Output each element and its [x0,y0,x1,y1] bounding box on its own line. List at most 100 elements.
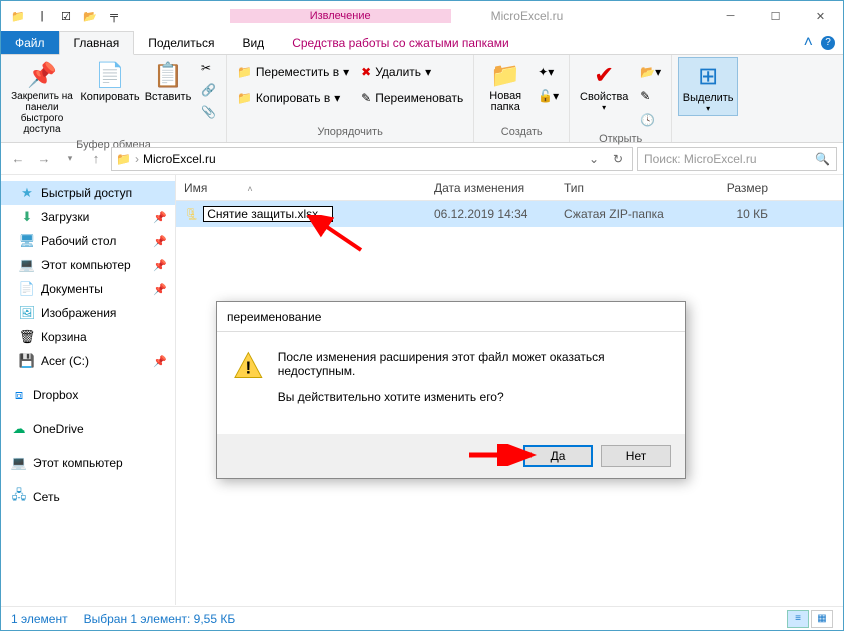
col-size[interactable]: Размер [696,181,776,195]
pin-icon: 📌 [153,235,167,248]
tab-view[interactable]: Вид [228,31,278,54]
star-icon: ★ [19,185,35,201]
svg-text:!: ! [245,358,251,378]
contextual-tab-group: Извлечение [230,9,451,23]
address-box[interactable]: 📁 › MicroExcel.ru ⌄ ↻ [111,147,633,171]
dialog-title: переименование [217,302,685,332]
group-open: Открыть [576,131,665,147]
drive-icon: 💾 [19,353,35,369]
col-type[interactable]: Тип [556,181,696,195]
file-size: 10 КБ [696,207,776,221]
details-view-button[interactable]: ≡ [787,610,809,628]
pin-icon: 📌 [27,59,57,91]
delete-button[interactable]: ✖Удалить ▾ [357,61,467,83]
paste-button[interactable]: 📋Вставить [143,57,193,105]
documents-icon: 📄 [19,281,35,297]
sidebar-downloads[interactable]: ⬇Загрузки📌 [1,205,175,229]
tab-share[interactable]: Поделиться [134,31,228,54]
search-placeholder: Поиск: MicroExcel.ru [644,152,757,166]
sidebar-drive-c[interactable]: 💾Acer (C:)📌 [1,349,175,373]
properties-icon: ✔ [594,59,614,91]
no-button[interactable]: Нет [601,445,671,467]
copypath-sm-button[interactable]: 🔗 [197,79,220,101]
group-organize: Упорядочить [233,124,467,140]
rename-button[interactable]: ✎Переименовать [357,87,467,109]
col-name[interactable]: Имя˄ [176,181,426,195]
window-title: MicroExcel.ru [451,1,604,31]
sidebar-quick-access[interactable]: ★Быстрый доступ [1,181,175,205]
sidebar-pictures[interactable]: 🖼Изображения [1,301,175,325]
annotation-arrow-2 [467,444,542,466]
copyto-icon: 📁 [237,91,252,105]
sidebar-documents[interactable]: 📄Документы📌 [1,277,175,301]
close-button[interactable]: ✕ [798,1,843,31]
sidebar-network[interactable]: 🖧Сеть [1,485,175,509]
copy-icon: 📄 [95,59,125,91]
search-icon[interactable]: 🔍 [815,152,830,166]
col-date[interactable]: Дата изменения [426,181,556,195]
nav-recent-button[interactable]: ▾ [59,148,81,170]
folder-icon[interactable]: 📁 [7,5,29,27]
pictures-icon: 🖼 [19,305,35,321]
quick-access-toolbar: 📁 | ☑ 📂 ╤ [1,5,125,27]
recycle-icon: 🗑 [19,329,35,345]
cut-sm-button[interactable]: ✂ [197,57,220,79]
help-icon[interactable]: ? [821,36,835,50]
pasteshortcut-sm-button[interactable]: 📎 [197,101,220,123]
dialog-line1: После изменения расширения этот файл мож… [278,350,669,378]
nav-forward-button[interactable]: → [33,148,55,170]
addr-dropdown-icon[interactable]: ⌄ [584,152,604,166]
sidebar-recycle[interactable]: 🗑Корзина [1,325,175,349]
ribbon-tabs: Файл Главная Поделиться Вид Средства раб… [1,31,843,55]
minimize-button[interactable]: ─ [708,1,753,31]
paste-icon: 📋 [153,59,183,91]
ribbon-collapse-icon[interactable]: ˄ [804,34,813,52]
title-bar: 📁 | ☑ 📂 ╤ Извлечение MicroExcel.ru ─ ☐ ✕ [1,1,843,31]
rename-dialog: переименование ! После изменения расшире… [216,301,686,479]
icons-view-button[interactable]: ▦ [811,610,833,628]
search-box[interactable]: Поиск: MicroExcel.ru 🔍 [637,147,837,171]
sidebar-thispc-qa[interactable]: 💻Этот компьютер📌 [1,253,175,277]
properties-button[interactable]: ✔Свойства▾ [576,57,632,114]
tab-home[interactable]: Главная [59,31,135,55]
move-to-button[interactable]: 📁Переместить в ▾ [233,61,353,83]
sidebar-dropbox[interactable]: ⧈Dropbox [1,383,175,407]
edit-sm-button[interactable]: ✎ [636,85,665,107]
copy-to-button[interactable]: 📁Копировать в ▾ [233,87,353,109]
refresh-icon[interactable]: ↻ [608,152,628,166]
group-create: Создать [480,124,563,140]
delete-icon: ✖ [361,65,371,79]
chevron-right-icon[interactable]: › [135,152,139,166]
file-row[interactable]: 🗜 Снятие защиты.xlsx 06.12.2019 14:34 Сж… [176,201,843,227]
select-button[interactable]: ⊞Выделить▾ [678,57,738,116]
qat-open-icon[interactable]: 📂 [79,5,101,27]
zip-icon: 🗜 [184,207,199,221]
file-date: 06.12.2019 14:34 [426,207,556,221]
ribbon: 📌Закрепить на панели быстрого доступа 📄К… [1,55,843,143]
pc-icon: 💻 [11,455,27,471]
new-folder-button[interactable]: 📁Новая папка [480,57,530,115]
dialog-line2: Вы действительно хотите изменить его? [278,390,669,404]
group-select-label [678,136,738,140]
nav-back-button[interactable]: ← [7,148,29,170]
sidebar-this-pc[interactable]: 💻Этот компьютер [1,451,175,475]
copy-button[interactable]: 📄Копировать [81,57,139,105]
qat-checkbox[interactable]: ☑ [55,5,77,27]
sidebar-onedrive[interactable]: ☁OneDrive [1,417,175,441]
status-selected: Выбран 1 элемент: 9,55 КБ [84,612,236,626]
history-sm-button[interactable]: 🕓 [636,109,665,131]
tab-file[interactable]: Файл [1,31,59,54]
easyaccess-sm-button[interactable]: 🔓▾ [534,85,563,107]
pin-icon: 📌 [153,283,167,296]
dialog-text: После изменения расширения этот файл мож… [278,350,669,416]
address-path[interactable]: MicroExcel.ru [143,152,216,166]
extract-label: Извлечение [230,9,451,23]
nav-up-button[interactable]: ↑ [85,148,107,170]
maximize-button[interactable]: ☐ [753,1,798,31]
open-sm-button[interactable]: 📂▾ [636,61,665,83]
downloads-icon: ⬇ [19,209,35,225]
tab-extract-tools[interactable]: Средства работы со сжатыми папками [278,31,523,54]
pin-button[interactable]: 📌Закрепить на панели быстрого доступа [7,57,77,137]
newitem-sm-button[interactable]: ✦▾ [534,61,563,83]
sidebar-desktop[interactable]: 🖥Рабочий стол📌 [1,229,175,253]
